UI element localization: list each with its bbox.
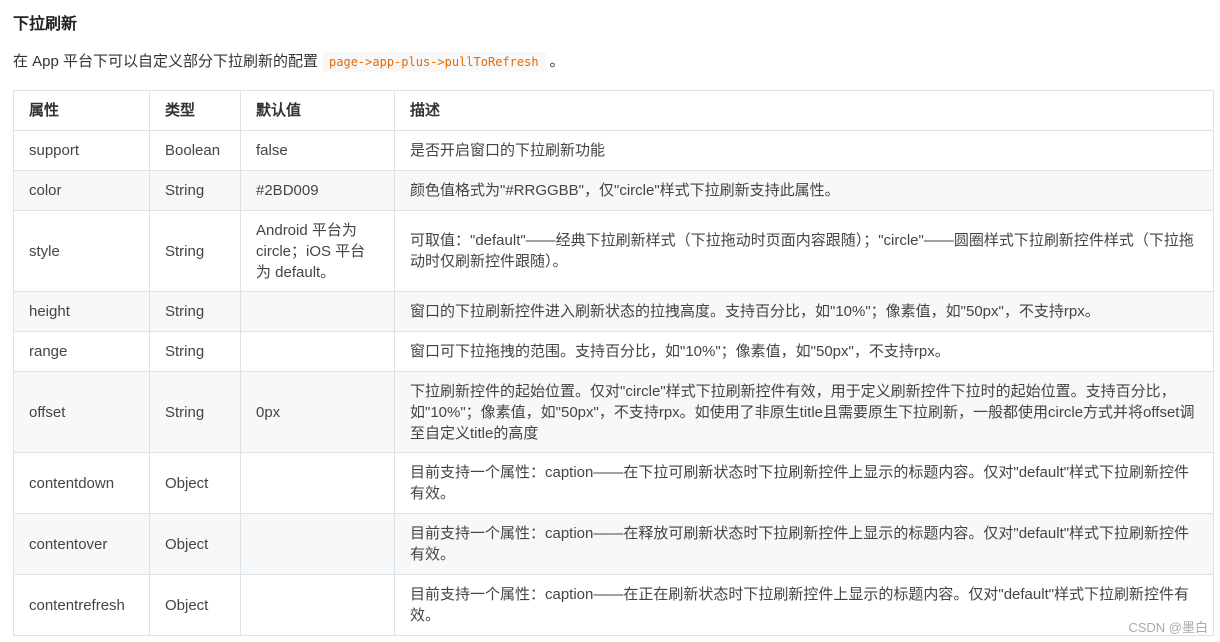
- csdn-watermark: CSDN @墨白: [1128, 620, 1208, 635]
- cell-description: 目前支持一个属性：caption——在正在刷新状态时下拉刷新控件上显示的标题内容…: [394, 574, 1214, 636]
- cell-type: Boolean: [149, 130, 241, 171]
- header-description: 描述: [394, 90, 1214, 131]
- cell-description: 窗口的下拉刷新控件进入刷新状态的拉拽高度。支持百分比，如"10%"；像素值，如"…: [394, 291, 1214, 332]
- cell-default: #2BD009: [240, 170, 395, 211]
- table-row: range String 窗口可下拉拖拽的范围。支持百分比，如"10%"；像素值…: [13, 331, 1214, 372]
- table-row: offset String 0px 下拉刷新控件的起始位置。仅对"circle"…: [13, 371, 1214, 453]
- cell-type: String: [149, 291, 241, 332]
- cell-property: contentrefresh: [13, 574, 150, 636]
- cell-property: color: [13, 170, 150, 211]
- cell-default: false: [240, 130, 395, 171]
- cell-description: 窗口可下拉拖拽的范围。支持百分比，如"10%"；像素值，如"50px"，不支持r…: [394, 331, 1214, 372]
- cell-property: support: [13, 130, 150, 171]
- cell-description: 是否开启窗口的下拉刷新功能: [394, 130, 1214, 171]
- cell-type: Object: [149, 452, 241, 514]
- section-heading: 下拉刷新: [13, 16, 78, 33]
- cell-property: range: [13, 331, 150, 372]
- cell-default: 0px: [240, 371, 395, 453]
- cell-default: [240, 513, 395, 575]
- cell-property: offset: [13, 371, 150, 453]
- intro-end: 。: [549, 53, 565, 70]
- cell-default: [240, 574, 395, 636]
- table-row: contentdown Object 目前支持一个属性：caption——在下拉…: [13, 452, 1214, 514]
- cell-description: 目前支持一个属性：caption——在下拉可刷新状态时下拉刷新控件上显示的标题内…: [394, 452, 1214, 514]
- table-row: color String #2BD009 颜色值格式为"#RRGGBB"，仅"c…: [13, 170, 1214, 211]
- cell-property: height: [13, 291, 150, 332]
- cell-type: String: [149, 331, 241, 372]
- cell-default: [240, 331, 395, 372]
- intro-paragraph: 在 App 平台下可以自定义部分下拉刷新的配置 page->app-plus->p…: [13, 51, 565, 73]
- cell-description: 可取值："default"——经典下拉刷新样式（下拉拖动时页面内容跟随）；"ci…: [394, 210, 1214, 292]
- config-path-code: page->app-plus->pullToRefresh: [322, 52, 546, 72]
- table-row: contentrefresh Object 目前支持一个属性：caption——…: [13, 574, 1214, 636]
- cell-property: style: [13, 210, 150, 292]
- header-default: 默认值: [240, 90, 395, 131]
- cell-default: [240, 291, 395, 332]
- cell-type: String: [149, 210, 241, 292]
- table-row: height String 窗口的下拉刷新控件进入刷新状态的拉拽高度。支持百分比…: [13, 291, 1214, 332]
- table-row: support Boolean false 是否开启窗口的下拉刷新功能: [13, 130, 1214, 171]
- cell-default: Android 平台为 circle；iOS 平台为 default。: [240, 210, 395, 292]
- cell-property: contentdown: [13, 452, 150, 514]
- cell-property: contentover: [13, 513, 150, 575]
- cell-description: 颜色值格式为"#RRGGBB"，仅"circle"样式下拉刷新支持此属性。: [394, 170, 1214, 211]
- cell-default: [240, 452, 395, 514]
- cell-description: 目前支持一个属性：caption——在释放可刷新状态时下拉刷新控件上显示的标题内…: [394, 513, 1214, 575]
- cell-type: Object: [149, 574, 241, 636]
- header-type: 类型: [149, 90, 241, 131]
- table-row: style String Android 平台为 circle；iOS 平台为 …: [13, 210, 1214, 292]
- pull-to-refresh-table: 属性 类型 默认值 描述 support Boolean false 是否开启窗…: [13, 90, 1214, 636]
- table-row: contentover Object 目前支持一个属性：caption——在释放…: [13, 513, 1214, 575]
- table-header-row: 属性 类型 默认值 描述: [13, 90, 1214, 131]
- header-property: 属性: [13, 90, 150, 131]
- cell-type: String: [149, 170, 241, 211]
- cell-type: Object: [149, 513, 241, 575]
- cell-type: String: [149, 371, 241, 453]
- cell-description: 下拉刷新控件的起始位置。仅对"circle"样式下拉刷新控件有效，用于定义刷新控…: [394, 371, 1214, 453]
- intro-text: 在 App 平台下可以自定义部分下拉刷新的配置: [13, 53, 319, 70]
